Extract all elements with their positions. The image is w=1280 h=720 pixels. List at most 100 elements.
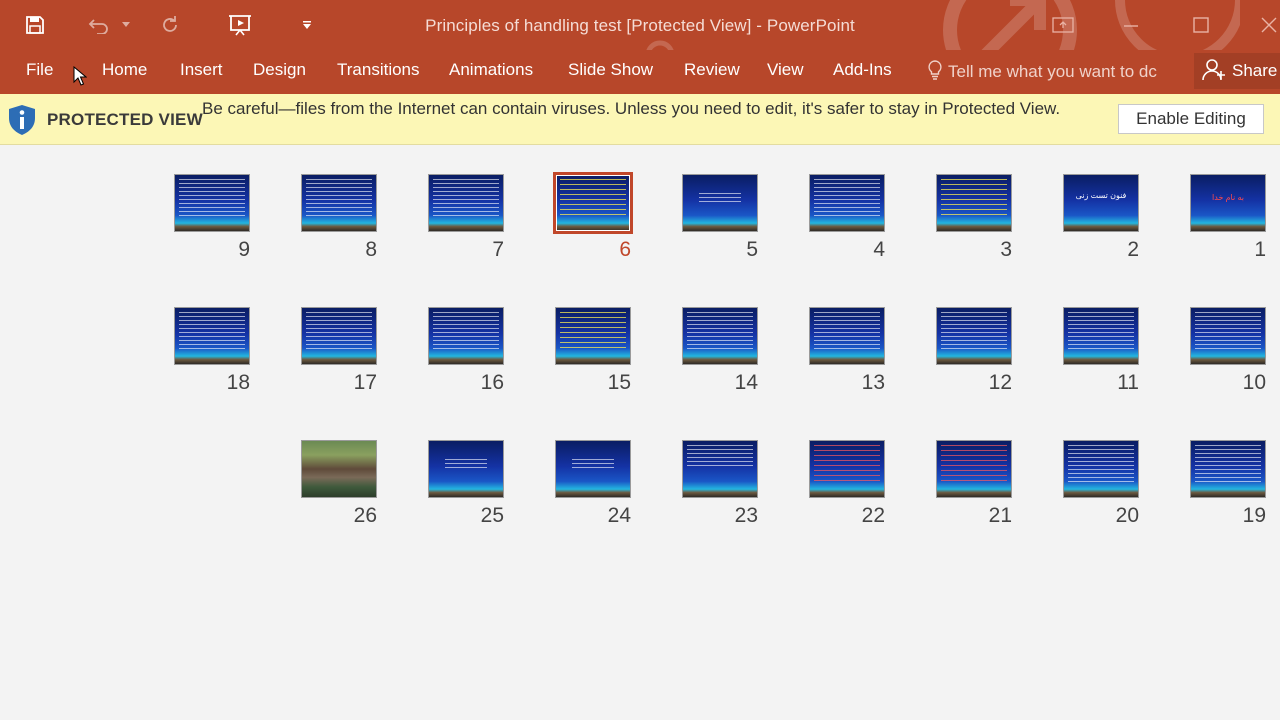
slide-thumbnail[interactable] xyxy=(301,440,377,498)
share-button[interactable]: Share xyxy=(1194,53,1280,89)
slide-thumbnail[interactable] xyxy=(555,307,631,365)
slide-number: 10 xyxy=(1242,371,1266,394)
slide-text-lines xyxy=(1195,312,1261,350)
slide-title: فنون تست زنی xyxy=(1075,191,1127,200)
slide-number: 11 xyxy=(1117,371,1139,394)
enable-editing-button[interactable]: Enable Editing xyxy=(1118,104,1264,134)
ribbon-display-options-icon[interactable] xyxy=(1040,0,1086,50)
tab-view[interactable]: View xyxy=(767,60,804,80)
slide-number: 9 xyxy=(238,238,250,261)
slide-number: 24 xyxy=(607,504,631,527)
protected-view-label: PROTECTED VIEW xyxy=(47,110,203,129)
shield-info-icon xyxy=(7,104,37,141)
slide-number: 19 xyxy=(1242,504,1266,527)
slide-text-lines xyxy=(306,179,372,217)
slide-thumbnail[interactable] xyxy=(809,174,885,232)
protected-view-message: Be careful—files from the Internet can c… xyxy=(202,99,1061,118)
slide-number: 13 xyxy=(861,371,885,394)
slide-thumbnail[interactable] xyxy=(682,440,758,498)
slide-number: 20 xyxy=(1115,504,1139,527)
slide-number: 15 xyxy=(607,371,631,394)
slide-text-lines xyxy=(1068,312,1134,350)
maximize-icon[interactable] xyxy=(1178,0,1224,50)
slide-text-lines xyxy=(560,312,626,350)
slide-text-lines xyxy=(941,312,1007,350)
slide-number: 18 xyxy=(226,371,250,394)
slide-title: به نام خدا xyxy=(1212,193,1244,202)
slide-text-lines xyxy=(814,445,880,483)
share-label: Share xyxy=(1232,61,1278,80)
minimize-icon[interactable] xyxy=(1108,0,1154,50)
tab-animations[interactable]: Animations xyxy=(449,60,533,80)
slide-text-lines xyxy=(941,179,1007,217)
close-icon[interactable] xyxy=(1246,0,1280,50)
slide-thumbnail[interactable] xyxy=(555,440,631,498)
slide-thumbnail[interactable] xyxy=(428,307,504,365)
window-title: Principles of handling test [Protected V… xyxy=(425,16,855,35)
slide-thumbnail[interactable]: به نام خدا xyxy=(1190,174,1266,232)
tab-transitions[interactable]: Transitions xyxy=(337,60,420,80)
slide-text-lines xyxy=(699,193,741,205)
slide-thumbnail[interactable] xyxy=(936,440,1012,498)
slide-number: 22 xyxy=(861,504,885,527)
slide-number: 21 xyxy=(988,504,1012,527)
slide-text-lines xyxy=(560,179,626,217)
slide-thumbnail[interactable] xyxy=(428,440,504,498)
slide-text-lines xyxy=(1195,445,1261,483)
slide-thumbnail[interactable] xyxy=(174,174,250,232)
slide-thumbnail[interactable] xyxy=(936,174,1012,232)
slide-thumbnail[interactable] xyxy=(428,174,504,232)
slide-text-lines xyxy=(814,312,880,350)
tab-insert[interactable]: Insert xyxy=(180,60,223,80)
tab-add-ins[interactable]: Add-Ins xyxy=(833,60,892,80)
slide-number: 1 xyxy=(1254,238,1266,261)
slide-number: 23 xyxy=(734,504,758,527)
slide-thumbnail[interactable] xyxy=(301,307,377,365)
slide-text-lines xyxy=(433,312,499,350)
slide-thumbnail[interactable]: فنون تست زنی xyxy=(1063,174,1139,232)
slide-thumbnail[interactable] xyxy=(682,174,758,232)
slide-text-lines xyxy=(687,445,753,467)
slide-thumbnail[interactable] xyxy=(174,307,250,365)
lightbulb-icon xyxy=(928,59,942,85)
slide-text-lines xyxy=(433,179,499,217)
slide-thumbnail[interactable] xyxy=(809,440,885,498)
slide-text-lines xyxy=(306,312,372,350)
tell-me-search[interactable]: Tell me what you want to dc xyxy=(928,58,1157,86)
slide-thumbnail[interactable] xyxy=(809,307,885,365)
tab-design[interactable]: Design xyxy=(253,60,306,80)
tab-file[interactable]: File xyxy=(26,60,53,80)
slide-thumbnail[interactable] xyxy=(1190,440,1266,498)
slide-number: 14 xyxy=(734,371,758,394)
slide-text-lines xyxy=(445,459,487,471)
slide-number: 5 xyxy=(746,238,758,261)
ribbon-tabs: File Home Insert Design Transitions Anim… xyxy=(0,50,1280,94)
slide-number: 26 xyxy=(353,504,377,527)
slide-thumbnail[interactable] xyxy=(553,172,633,234)
slide-text-lines xyxy=(687,312,753,350)
slide-number: 17 xyxy=(353,371,377,394)
slide-number: 6 xyxy=(619,238,631,261)
slide-thumbnail[interactable] xyxy=(1190,307,1266,365)
slide-text-lines xyxy=(179,312,245,350)
slide-thumbnail[interactable] xyxy=(1063,307,1139,365)
slide-thumbnail[interactable] xyxy=(682,307,758,365)
slide-text-lines xyxy=(179,179,245,217)
slide-number: 16 xyxy=(480,371,504,394)
mouse-cursor-icon xyxy=(73,66,87,86)
tab-review[interactable]: Review xyxy=(684,60,740,80)
slide-thumbnail[interactable] xyxy=(936,307,1012,365)
slide-number: 12 xyxy=(988,371,1012,394)
slide-text-lines xyxy=(814,179,880,217)
slide-number: 8 xyxy=(365,238,377,261)
slide-number: 2 xyxy=(1127,238,1139,261)
slide-number: 25 xyxy=(480,504,504,527)
title-bar: Principles of handling test [Protected V… xyxy=(0,0,1280,50)
slide-thumbnail[interactable] xyxy=(301,174,377,232)
tab-home[interactable]: Home xyxy=(102,60,147,80)
slide-number: 3 xyxy=(1000,238,1012,261)
slide-thumbnail[interactable] xyxy=(1063,440,1139,498)
slide-number: 7 xyxy=(492,238,504,261)
tab-slide-show[interactable]: Slide Show xyxy=(568,60,653,80)
slide-sorter: به نام خدا 1 فنون تست زنی 2 3 4 5 6 7 8 9 10 11 12 13 1… xyxy=(0,145,1280,720)
